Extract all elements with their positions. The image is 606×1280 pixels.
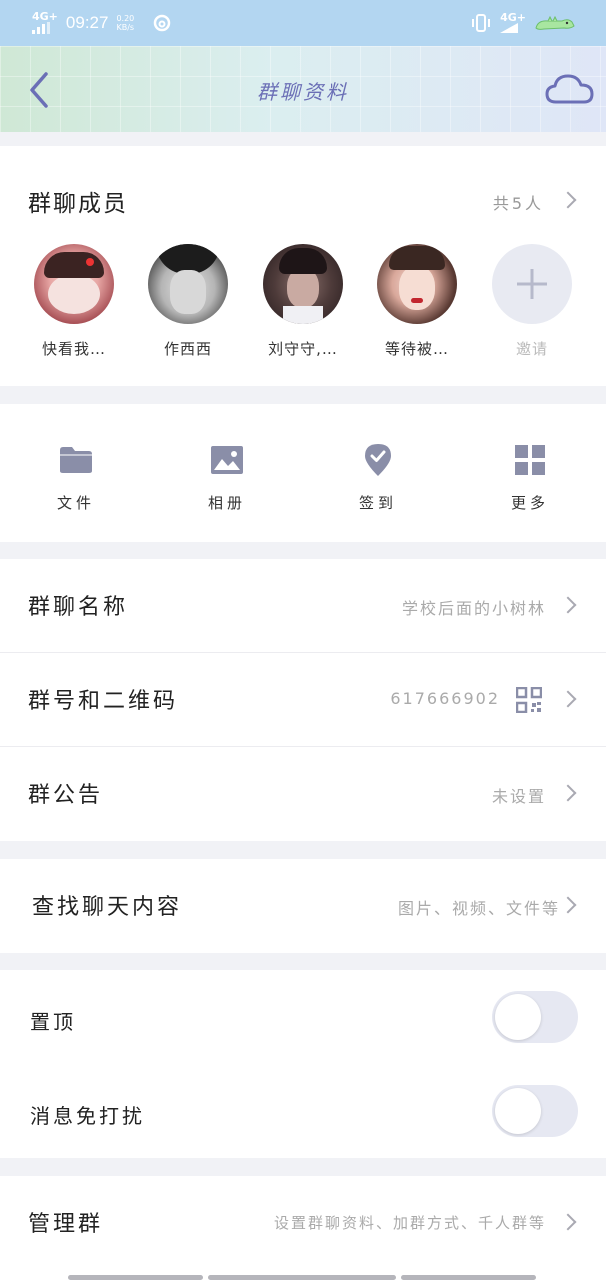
group-name-row[interactable]: 群聊名称 学校后面的小树林 xyxy=(0,559,606,653)
manage-group-value: 设置群聊资料、加群方式、千人群等 xyxy=(273,1214,546,1232)
group-notice-value: 未设置 xyxy=(491,787,546,806)
network-type-left: 4G+ xyxy=(32,10,58,23)
header-bar: 群聊资料 xyxy=(0,46,606,132)
group-notice-row[interactable]: 群公告 未设置 xyxy=(0,747,606,841)
signal-right: 4G+ xyxy=(500,11,526,33)
status-bar-right: 4G+ xyxy=(470,11,576,33)
page-title: 群聊资料 xyxy=(257,80,349,104)
member-item[interactable]: 快看我… xyxy=(19,244,129,359)
group-number-row[interactable]: 群号和二维码 617666902 xyxy=(0,653,606,747)
tool-label: 相册 xyxy=(207,494,246,512)
mute-toggle[interactable] xyxy=(492,1085,578,1137)
pin-label: 置顶 xyxy=(30,1010,76,1034)
chevron-right-icon[interactable] xyxy=(559,191,577,209)
group-number-value: 617666902 xyxy=(390,689,500,708)
clock: 09:27 xyxy=(65,13,109,32)
pin-toggle[interactable] xyxy=(492,991,578,1043)
avatar[interactable] xyxy=(377,244,457,324)
members-title: 群聊成员 xyxy=(28,191,128,217)
tool-more[interactable]: 更多 xyxy=(470,440,590,513)
signal-icon: 4G+ xyxy=(32,10,58,34)
member-item[interactable]: 作西西 xyxy=(133,244,243,359)
vibrate-icon xyxy=(472,14,491,32)
member-name: 刘守守,… xyxy=(268,340,338,358)
member-item[interactable]: 刘守守,… xyxy=(248,244,358,359)
tool-album[interactable]: 相册 xyxy=(167,440,287,513)
add-icon[interactable] xyxy=(492,244,572,324)
group-name-value: 学校后面的小树林 xyxy=(401,599,546,618)
chevron-right-icon xyxy=(559,784,577,802)
home-indicator xyxy=(68,1275,203,1280)
group-notice-label: 群公告 xyxy=(28,783,104,808)
netease-music-icon xyxy=(154,14,171,32)
cloud-icon[interactable] xyxy=(544,70,596,110)
members-count[interactable]: 共5人 xyxy=(493,190,544,214)
search-chat-value: 图片、视频、文件等 xyxy=(397,899,560,918)
toggle-knob xyxy=(495,994,541,1040)
invite-member[interactable]: 邀请 xyxy=(477,244,587,359)
home-indicator xyxy=(208,1275,396,1280)
qr-code-icon xyxy=(516,687,542,713)
member-name: 快看我… xyxy=(41,340,106,358)
home-indicator xyxy=(401,1275,536,1280)
toggle-section: 置顶 消息免打扰 xyxy=(0,970,606,1158)
search-chat-label: 查找聊天内容 xyxy=(32,895,183,920)
network-speed: 0.20 KB/s xyxy=(116,14,135,32)
tool-label: 签到 xyxy=(358,494,397,512)
member-item[interactable]: 等待被… xyxy=(362,244,472,359)
tool-file[interactable]: 文件 xyxy=(16,440,136,513)
avatar[interactable] xyxy=(34,244,114,324)
mute-label: 消息免打扰 xyxy=(30,1104,145,1128)
members-section: 群聊成员 共5人 快看我… 作西西 刘守守,… 等待被… 邀请 xyxy=(0,146,606,386)
tool-label: 更多 xyxy=(510,494,549,512)
tools-section: 文件 相册 签到 更多 xyxy=(0,404,606,542)
status-bar: 4G+ 09:27 0.20 KB/s 4G+ xyxy=(0,0,606,46)
chevron-right-icon xyxy=(559,1213,577,1231)
tool-label: 文件 xyxy=(56,494,95,512)
avatar[interactable] xyxy=(263,244,343,324)
folder-icon xyxy=(56,440,96,480)
network-type-right: 4G+ xyxy=(500,11,526,24)
status-bar-left: 4G+ 09:27 0.20 KB/s xyxy=(32,10,172,34)
manage-group-label: 管理群 xyxy=(28,1212,104,1237)
chevron-right-icon xyxy=(559,690,577,708)
toggle-knob xyxy=(495,1088,541,1134)
member-name: 作西西 xyxy=(163,340,212,358)
member-name: 等待被… xyxy=(384,340,449,358)
manage-group-row[interactable]: 管理群 设置群聊资料、加群方式、千人群等 xyxy=(0,1176,606,1280)
avatar[interactable] xyxy=(148,244,228,324)
group-number-label: 群号和二维码 xyxy=(28,689,179,714)
tool-checkin[interactable]: 签到 xyxy=(318,440,438,513)
group-name-label: 群聊名称 xyxy=(28,595,129,620)
chevron-right-icon xyxy=(559,896,577,914)
invite-label: 邀请 xyxy=(515,340,548,358)
checkin-icon xyxy=(358,440,398,480)
battery-dino-icon xyxy=(535,15,575,30)
image-icon xyxy=(207,440,247,480)
search-chat-row[interactable]: 查找聊天内容 图片、视频、文件等 xyxy=(0,859,606,953)
grid-icon xyxy=(510,440,550,480)
chevron-right-icon xyxy=(559,596,577,614)
